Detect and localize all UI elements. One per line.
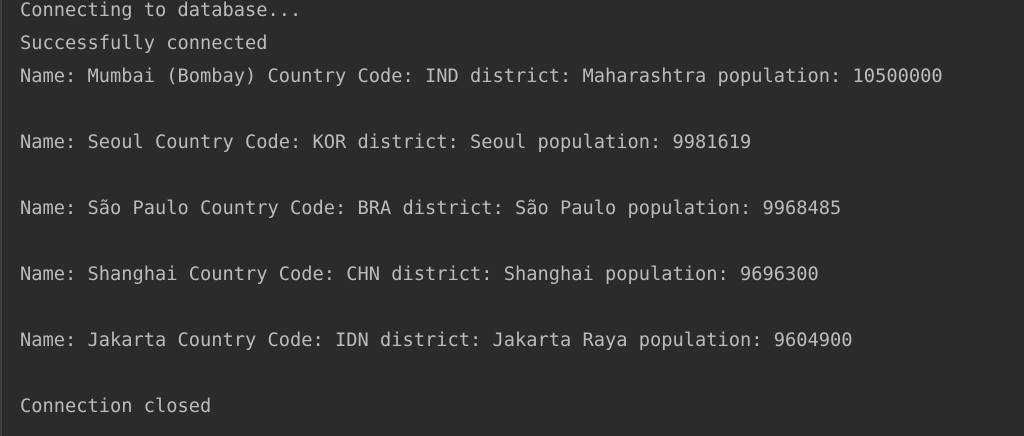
console-line-blank	[20, 231, 1020, 264]
console-line-closed: Connection closed	[20, 396, 212, 417]
console-line-city-mumbai: Name: Mumbai (Bombay) Country Code: IND …	[20, 66, 943, 87]
console-line-city-shanghai: Name: Shanghai Country Code: CHN distric…	[20, 264, 819, 285]
console-output: Connecting to database... Successfully c…	[20, 0, 1020, 429]
console-line-connected: Successfully connected	[20, 33, 268, 54]
console-line-blank	[20, 363, 1020, 396]
console-line-city-sao-paulo: Name: São Paulo Country Code: BRA distri…	[20, 198, 842, 219]
console-line-blank	[20, 165, 1020, 198]
console-line-connecting: Connecting to database...	[20, 0, 302, 21]
console-line-city-seoul: Name: Seoul Country Code: KOR district: …	[20, 132, 752, 153]
run-console[interactable]: Connecting to database... Successfully c…	[0, 0, 1024, 436]
console-line-city-jakarta: Name: Jakarta Country Code: IDN district…	[20, 330, 853, 351]
console-line-blank	[20, 99, 1020, 132]
console-line-blank	[20, 297, 1020, 330]
